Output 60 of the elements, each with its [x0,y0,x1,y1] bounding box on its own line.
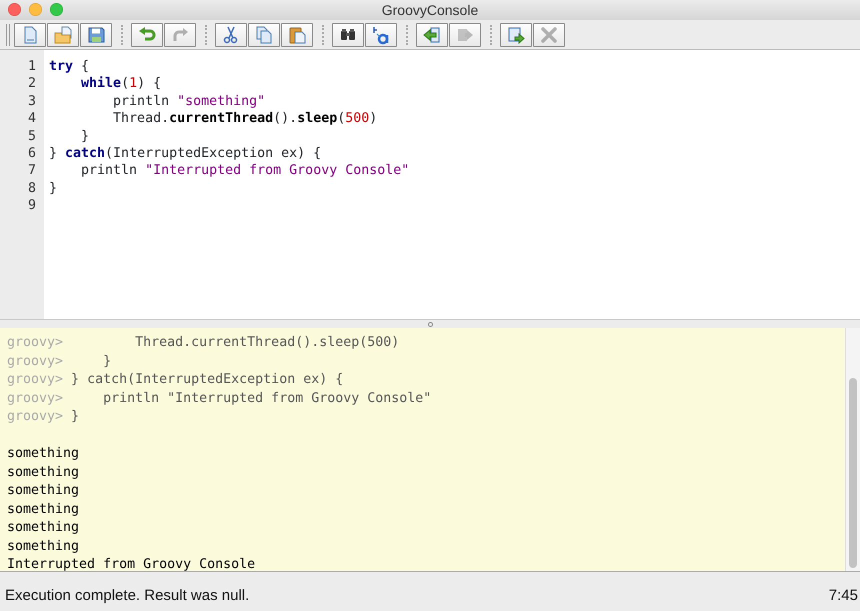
code-editor[interactable]: 1 2 3 4 5 6 7 8 9 try { while(1) { println "something" Thread.currentThread().sleep(500) } } catch(InterruptedException ex) { println "Interrupted from Groovy Console" } [0,50,860,320]
line-number: 1 [26,58,37,76]
clipboard-button[interactable] [281,22,313,46]
output-line: something [7,500,80,518]
letter-swap-button[interactable] [365,22,397,46]
script-run-button[interactable] [500,22,532,46]
output-line: something [7,538,80,556]
code-line: println "Interrupted from Groovy Console" [80,162,410,180]
caret-position: 7:45 [828,586,858,606]
copy-pages-icon [254,24,274,44]
code-line: while(1) { [80,75,162,93]
output-line: something [7,519,80,537]
console-prompt: groovy> [7,354,64,368]
status-message: Execution complete. Result was null. [5,586,250,606]
floppy-disk-button[interactable] [80,22,112,46]
line-number: 3 [26,92,37,110]
copy-pages-button[interactable] [248,22,280,46]
output-line: something [7,464,80,482]
code-line: } [80,128,90,145]
line-number: 6 [26,144,37,162]
echoed-code: println "Interrupted from Groovy Console" [102,390,432,406]
code-line: } catch(InterruptedException ex) { [49,144,322,162]
binoculars-button[interactable] [332,22,364,46]
console-prompt: groovy> [7,409,64,424]
output-line: Interrupted from Groovy Console [7,556,256,574]
back-arrow-icon [422,24,442,44]
code-line: println "something" [112,92,266,110]
line-number: 5 [26,128,37,145]
folder-icon [53,24,73,44]
letter-swap-icon [371,24,391,44]
undo-arrow-button[interactable] [131,22,163,46]
cross-icon [539,24,559,44]
echoed-code: } [70,409,80,424]
console-prompt: groovy> [7,390,64,406]
zoom-icon[interactable] [50,3,63,16]
back-arrow-button[interactable] [416,22,448,46]
minimize-icon[interactable] [29,3,42,16]
line-number: 4 [26,110,37,128]
code-line: try { [49,58,90,76]
new-file-button[interactable] [14,22,46,46]
console-prompt: groovy> [7,372,64,387]
line-number: 9 [26,197,37,215]
window-title: GroovyConsole [382,0,478,20]
close-icon[interactable] [8,3,21,16]
echoed-code: } catch(InterruptedException ex) { [70,372,344,387]
echoed-code: } [102,354,112,368]
echoed-code: Thread.currentThread().sleep(500) [134,335,400,350]
clipboard-icon [287,24,307,44]
console-prompt: groovy> [7,335,64,350]
script-run-icon [506,24,526,44]
line-number: 2 [26,75,37,93]
code-line: } [49,180,58,198]
output-line: something [7,445,80,463]
line-number: 8 [26,180,37,198]
output-line: something [7,482,80,500]
code-line: Thread.currentThread().sleep(500) [112,110,378,128]
line-number: 7 [26,162,37,180]
scrollbar[interactable] [845,328,860,571]
folder-button[interactable] [47,22,79,46]
scissors-button[interactable] [215,22,247,46]
